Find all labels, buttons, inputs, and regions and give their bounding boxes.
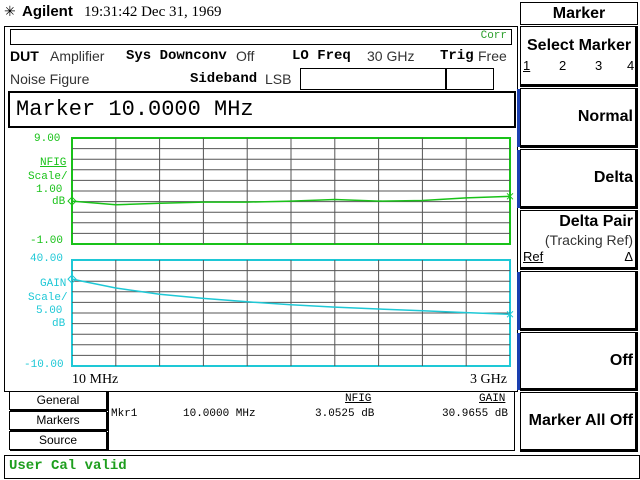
tab-source[interactable]: Source bbox=[9, 431, 107, 450]
tracking-ref-label: (Tracking Ref) bbox=[544, 232, 633, 248]
marker-all-off-softkey[interactable]: Marker All Off bbox=[520, 392, 638, 452]
marker-table: Mkr1 10.0000 MHz NFIG 3.0525 dB GAIN 30.… bbox=[108, 391, 515, 451]
marker-freq: 10.0000 MHz bbox=[183, 408, 256, 420]
normal-softkey[interactable]: Normal bbox=[517, 88, 638, 148]
select-marker-label: Select Marker bbox=[527, 37, 632, 54]
softkey-indicator bbox=[517, 150, 520, 208]
gain-value: 30.9655 dB bbox=[442, 408, 509, 420]
marker-number-1[interactable]: 1 bbox=[523, 58, 530, 73]
status-bar: User Cal valid bbox=[4, 455, 640, 479]
marker-id: Mkr1 bbox=[111, 408, 138, 420]
gain-header: GAIN bbox=[479, 393, 506, 405]
delta-symbol[interactable]: Δ bbox=[624, 249, 633, 264]
delta-label: Delta bbox=[593, 169, 633, 186]
delta-softkey[interactable]: Delta bbox=[517, 149, 638, 209]
tab-markers[interactable]: Markers bbox=[9, 411, 107, 430]
ref-option[interactable]: Ref bbox=[523, 249, 543, 264]
off-label: Off bbox=[609, 352, 633, 369]
normal-label: Normal bbox=[577, 108, 633, 125]
delta-pair-label: Delta Pair bbox=[559, 213, 633, 230]
nfig-value: 3.0525 dB bbox=[315, 408, 375, 420]
delta-pair-softkey[interactable]: Delta Pair (Tracking Ref) Ref Δ bbox=[520, 210, 638, 270]
status-message: User Cal valid bbox=[9, 458, 127, 474]
select-marker-softkey[interactable]: Select Marker 1 2 3 4 bbox=[520, 26, 638, 87]
blank-softkey[interactable] bbox=[517, 271, 638, 331]
off-softkey[interactable]: Off bbox=[517, 332, 638, 391]
marker-all-off-label: Marker All Off bbox=[528, 412, 633, 429]
marker-number-4[interactable]: 4 bbox=[627, 58, 634, 73]
freq-start: 10 MHz bbox=[72, 372, 119, 387]
marker-number-3[interactable]: 3 bbox=[595, 58, 602, 73]
softkey-indicator bbox=[517, 333, 520, 390]
marker-number-2[interactable]: 2 bbox=[559, 58, 566, 73]
menu-title: Marker bbox=[520, 2, 638, 25]
softkey-indicator bbox=[517, 272, 520, 330]
nfig-header: NFIG bbox=[345, 393, 372, 405]
tab-general[interactable]: General bbox=[9, 391, 107, 410]
freq-stop: 3 GHz bbox=[470, 372, 507, 387]
selected-indicator bbox=[517, 89, 520, 147]
